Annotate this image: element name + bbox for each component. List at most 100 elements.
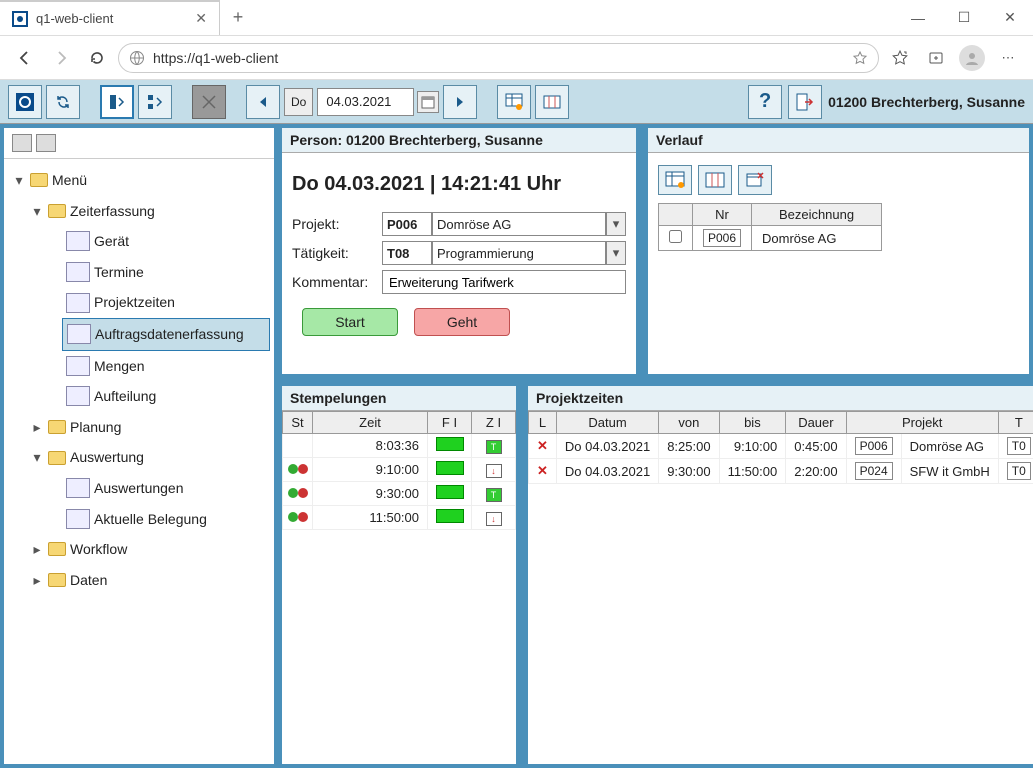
folder-icon [30, 173, 48, 187]
verlauf-table-button[interactable] [658, 165, 692, 195]
window-close-button[interactable]: ✕ [987, 0, 1033, 35]
kommentar-label: Kommentar: [292, 274, 376, 290]
tree-daten[interactable]: ▸Daten [26, 565, 270, 596]
calendar-icon[interactable] [417, 91, 439, 113]
globe-icon [129, 50, 145, 66]
fi-indicator [436, 461, 464, 475]
sidebar-icon-2[interactable] [36, 134, 56, 152]
favorite-icon[interactable] [852, 50, 868, 66]
clock-icon [66, 293, 90, 313]
view-grid-button[interactable] [138, 85, 172, 119]
more-button[interactable]: ⋯ [993, 43, 1023, 73]
browser-titlebar: q1-web-client ✕ + ― ☐ ✕ [0, 0, 1033, 36]
window-maximize-button[interactable]: ☐ [941, 0, 987, 35]
delete-row-icon[interactable]: ✕ [537, 438, 548, 453]
verlauf-panel: Verlauf Nr Bezeichnung [644, 124, 1033, 378]
projekt-label: Projekt: [292, 216, 376, 232]
zi-t-icon [486, 488, 502, 502]
prev-day-button[interactable] [246, 85, 280, 119]
disabled-button [192, 85, 226, 119]
status-dot-icon [298, 512, 308, 522]
tree-mengen[interactable]: Mengen [62, 351, 270, 382]
verlauf-row[interactable]: P006 Domröse AG [659, 226, 882, 251]
folder-icon [48, 420, 66, 434]
profile-button[interactable] [957, 43, 987, 73]
favorites-button[interactable] [885, 43, 915, 73]
collections-button[interactable] [921, 43, 951, 73]
browser-tab[interactable]: q1-web-client ✕ [0, 0, 220, 35]
window-minimize-button[interactable]: ― [895, 0, 941, 35]
split-icon [66, 386, 90, 406]
task-icon [67, 324, 91, 344]
folder-icon [48, 573, 66, 587]
tree-zeiterfassung[interactable]: ▾Zeiterfassung [26, 196, 270, 227]
tab-title: q1-web-client [36, 11, 187, 26]
projektzeiten-panel: Projektzeiten L Datum von bis Dauer Proj… [524, 382, 1033, 768]
amount-icon [66, 356, 90, 376]
verlauf-checkbox[interactable] [669, 230, 682, 243]
current-datetime: Do 04.03.2021 | 14:21:41 Uhr [292, 173, 626, 196]
stempel-row[interactable]: 9:30:00 [283, 482, 516, 506]
chevron-down-icon[interactable]: ▾ [606, 241, 626, 265]
verlauf-table: Nr Bezeichnung P006 Domröse AG [658, 203, 882, 251]
refresh-button[interactable] [46, 85, 80, 119]
nav-tree: ▾Menü ▾Zeiterfassung Gerät Termine Proje… [4, 159, 274, 601]
new-tab-button[interactable]: + [220, 0, 256, 35]
app-logo-button[interactable] [8, 85, 42, 119]
person-header: Person: 01200 Brechterberg, Susanne [282, 128, 636, 153]
user-label: 01200 Brechterberg, Susanne [828, 94, 1025, 110]
verlauf-delete-button[interactable] [738, 165, 772, 195]
tree-geraet[interactable]: Gerät [62, 226, 270, 257]
table-settings-button[interactable] [497, 85, 531, 119]
person-panel: Person: 01200 Brechterberg, Susanne Do 0… [278, 124, 640, 378]
tree-aktuelle-belegung[interactable]: Aktuelle Belegung [62, 504, 270, 535]
stempel-row[interactable]: 9:10:00 [283, 458, 516, 482]
projektzeiten-row[interactable]: ✕ Do 04.03.2021 9:30:00 11:50:00 2:20:00… [529, 459, 1033, 484]
tree-aufteilung[interactable]: Aufteilung [62, 381, 270, 412]
stempel-row[interactable]: 8:03:36 [283, 434, 516, 458]
tree-auswertungen[interactable]: Auswertungen [62, 473, 270, 504]
tree-auftragsdatenerfassung[interactable]: Auftragsdatenerfassung [62, 318, 270, 351]
sidebar: ▾Menü ▾Zeiterfassung Gerät Termine Proje… [0, 124, 278, 768]
projekt-combo[interactable]: P006 Domröse AG ▾ [382, 212, 626, 236]
zi-down-icon [486, 464, 502, 478]
projektzeiten-row[interactable]: ✕ Do 04.03.2021 8:25:00 9:10:00 0:45:00 … [529, 434, 1033, 459]
device-icon [66, 231, 90, 251]
view-list-button[interactable] [100, 85, 134, 119]
verlauf-split-button[interactable] [698, 165, 732, 195]
url-field[interactable]: https://q1-web-client [118, 43, 879, 73]
sidebar-header [4, 128, 274, 159]
chevron-down-icon[interactable]: ▾ [606, 212, 626, 236]
tree-workflow[interactable]: ▸Workflow [26, 534, 270, 565]
next-day-button[interactable] [443, 85, 477, 119]
zi-t-icon [486, 440, 502, 454]
browser-address-bar: https://q1-web-client ⋯ [0, 36, 1033, 80]
tree-projektzeiten[interactable]: Projektzeiten [62, 287, 270, 318]
taetigkeit-combo[interactable]: T08 Programmierung ▾ [382, 241, 626, 265]
date-field[interactable]: 04.03.2021 [317, 88, 414, 116]
geht-button[interactable]: Geht [414, 308, 510, 336]
app-toolbar: Do 04.03.2021 ? 01200 Brechterberg, Susa… [0, 80, 1033, 124]
tree-menu[interactable]: ▾Menü [8, 165, 270, 196]
stempel-row[interactable]: 11:50:00 [283, 506, 516, 530]
kommentar-input[interactable] [382, 270, 626, 294]
delete-row-icon[interactable]: ✕ [537, 463, 548, 478]
tab-close-icon[interactable]: ✕ [195, 10, 207, 27]
tree-planung[interactable]: ▸Planung [26, 412, 270, 443]
occupancy-icon [66, 509, 90, 529]
url-text: https://q1-web-client [153, 50, 844, 66]
status-dot-icon [298, 488, 308, 498]
help-button[interactable]: ? [748, 85, 782, 119]
tree-termine[interactable]: Termine [62, 257, 270, 288]
start-button[interactable]: Start [302, 308, 398, 336]
stempel-table: St Zeit F I Z I 8:03:36 9:10:00 9:30:00 … [282, 411, 516, 530]
nav-reload-button[interactable] [82, 43, 112, 73]
tree-auswertung[interactable]: ▾Auswertung [26, 442, 270, 473]
taetigkeit-label: Tätigkeit: [292, 245, 376, 261]
timeline-button[interactable] [535, 85, 569, 119]
content-area: Person: 01200 Brechterberg, Susanne Do 0… [278, 124, 1033, 768]
nav-forward-button[interactable] [46, 43, 76, 73]
sidebar-icon-1[interactable] [12, 134, 32, 152]
logout-button[interactable] [788, 85, 822, 119]
nav-back-button[interactable] [10, 43, 40, 73]
